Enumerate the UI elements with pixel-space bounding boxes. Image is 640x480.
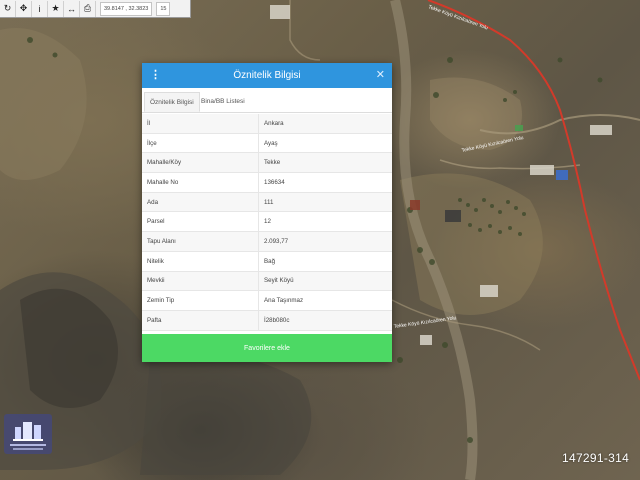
row-value: Ankara: [264, 119, 284, 127]
tab-building-list[interactable]: Bina/BB Listesi: [196, 92, 250, 112]
table-row: Parsel 12: [142, 212, 392, 233]
building-icon: [13, 421, 43, 441]
row-key: Mahalle No: [142, 173, 259, 192]
attribute-table: İl Ankara İlçe Ayaş Mahalle/Köy Tekke Ma…: [142, 114, 392, 331]
add-to-favorites-button[interactable]: Favorilere ekle: [142, 334, 392, 362]
table-row: Zemin Tip Ana Taşınmaz: [142, 291, 392, 311]
table-row: Ada 111: [142, 192, 392, 213]
row-value: 136634: [264, 178, 285, 186]
table-row: Mahalle/Köy Tekke: [142, 153, 392, 174]
close-icon[interactable]: ✕: [376, 68, 385, 82]
row-value: 111: [264, 198, 274, 206]
row-value: 12: [264, 218, 271, 226]
zoom-level: 15: [156, 1, 171, 16]
row-key: Tapu Alanı: [142, 232, 259, 251]
row-key: Nitelik: [142, 251, 259, 271]
table-row: Pafta İ28b080c: [142, 310, 392, 331]
tab-attribute-info[interactable]: Öznitelik Bilgisi: [144, 92, 200, 112]
row-key: İl: [142, 114, 259, 133]
row-value: Ana Taşınmaz: [264, 297, 304, 305]
table-row: Nitelik Bağ: [142, 251, 392, 272]
row-key: Ada: [142, 192, 259, 212]
agency-logo: [4, 414, 52, 454]
row-value: 2.093,77: [264, 237, 289, 245]
info-icon[interactable]: i: [32, 0, 48, 17]
table-row: Tapu Alanı 2.093,77: [142, 232, 392, 252]
menu-icon[interactable]: ⋮: [150, 68, 161, 82]
row-key: Parsel: [142, 212, 259, 232]
attribute-info-panel: ⋮ Öznitelik Bilgisi ✕ Öznitelik Bilgisi …: [142, 63, 392, 362]
row-value: Ayaş: [264, 139, 278, 147]
table-row: İlçe Ayaş: [142, 133, 392, 154]
panel-tabs: Öznitelik Bilgisi Bina/BB Listesi: [142, 88, 392, 113]
row-value: İ28b080c: [264, 316, 290, 324]
row-value: Tekke: [264, 159, 281, 167]
refresh-icon[interactable]: ↻: [0, 0, 16, 17]
measure-icon[interactable]: ↔: [64, 0, 80, 17]
row-value: Bağ: [264, 257, 276, 265]
map-toolbar: ↻ ✥ i ★ ↔ ⎙ 39.8147 , 32.3823 15: [0, 0, 191, 18]
print-icon[interactable]: ⎙: [80, 0, 96, 17]
road-label: Tekke Köyü Kızılcaören Yolu: [427, 4, 489, 31]
road-label: Tekke Köyü Kızılcaören Yolu: [393, 315, 457, 330]
row-key: Pafta: [142, 310, 259, 330]
row-key: İlçe: [142, 133, 259, 153]
panel-title: Öznitelik Bilgisi: [233, 70, 301, 81]
coordinate-display: 39.8147 , 32.3823: [100, 1, 153, 16]
locate-icon[interactable]: ✥: [16, 0, 32, 17]
table-row: Mevkii Seyit Köyü: [142, 271, 392, 292]
row-key: Mevkii: [142, 271, 259, 291]
table-row: İl Ankara: [142, 114, 392, 134]
listing-id: 147291-314: [562, 451, 630, 465]
row-key: Zemin Tip: [142, 291, 259, 310]
row-key: Mahalle/Köy: [142, 153, 259, 173]
panel-header: ⋮ Öznitelik Bilgisi ✕: [142, 63, 392, 88]
table-row: Mahalle No 136634: [142, 173, 392, 193]
row-value: Seyit Köyü: [264, 277, 294, 285]
star-icon[interactable]: ★: [48, 0, 64, 17]
